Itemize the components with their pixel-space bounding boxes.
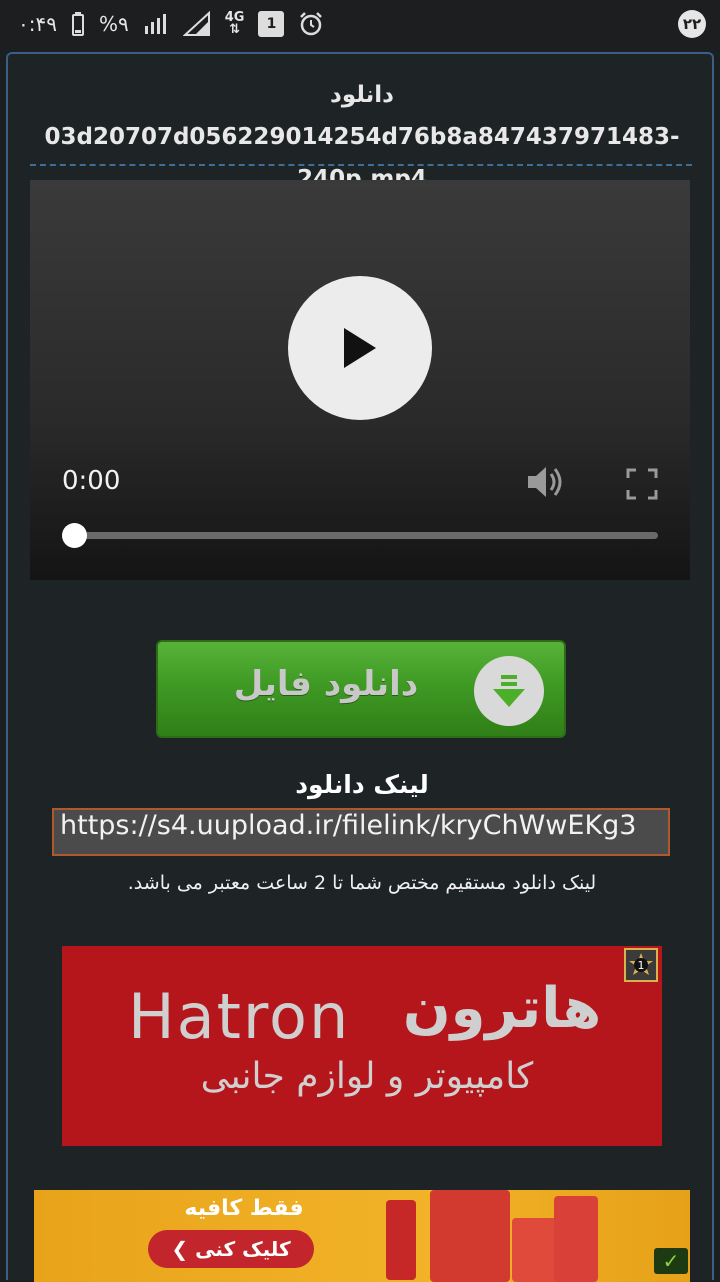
hatron-ad-banner[interactable]: Hatron هاترون کامپیوتر و لوازم جانبی 1	[62, 946, 662, 1146]
download-link-heading: لینک دانلود	[295, 770, 429, 799]
ad-network-badge-icon[interactable]: 1	[624, 948, 658, 982]
status-right: ۲۲	[678, 10, 706, 38]
download-link-field[interactable]: https://s4.uupload.ir/filelink/kryChWwEK…	[52, 808, 670, 856]
product-bottle-image	[386, 1200, 416, 1280]
signal-full-icon	[182, 11, 211, 37]
ad2-headline: فقط کافیه	[184, 1196, 304, 1221]
download-link-note: لینک دانلود مستقیم مختص شما تا 2 ساعت مع…	[127, 872, 597, 894]
download-panel: دانلود -03d20707d056229014254d76b8a84743…	[6, 52, 714, 1282]
network-type: 4G ⇅	[224, 10, 245, 37]
ad-subtitle: کامپیوتر و لوازم جانبی	[200, 1056, 534, 1097]
video-player[interactable]: 0:00	[30, 180, 690, 580]
sim-slot-icon: 1	[258, 11, 285, 37]
seek-bar[interactable]	[62, 523, 658, 548]
promo-ad-banner[interactable]: فقط کافیه کلیک کنی ❯ ✓	[34, 1190, 690, 1282]
svg-text:1: 1	[638, 959, 645, 972]
download-file-button[interactable]: دانلود فایل	[156, 640, 566, 738]
volume-icon[interactable]	[524, 462, 566, 506]
status-left: ۰:۴۹ %۹ 4G ⇅ 1	[18, 11, 324, 37]
ad2-click-button[interactable]: کلیک کنی ❯	[148, 1230, 314, 1268]
play-icon	[344, 328, 376, 368]
signal-icon	[143, 12, 169, 36]
download-button-label: دانلود فایل	[233, 664, 419, 704]
seek-handle[interactable]	[62, 523, 87, 548]
product-sugar-image	[554, 1196, 598, 1282]
clock: ۰:۴۹	[18, 12, 57, 36]
ad2-logo-icon: ✓	[654, 1248, 688, 1274]
notification-count-badge: ۲۲	[678, 10, 706, 38]
ad-brand-persian: هاترون	[402, 976, 602, 1041]
ad-brand-english: Hatron	[128, 980, 351, 1053]
fullscreen-icon[interactable]	[626, 468, 658, 504]
status-bar: ۰:۴۹ %۹ 4G ⇅ 1 ۲۲	[0, 0, 720, 48]
download-arrow-icon	[474, 656, 544, 726]
play-button[interactable]	[288, 276, 432, 420]
title-divider	[30, 164, 692, 166]
alarm-icon	[298, 11, 324, 37]
data-arrows-icon: ⇅	[229, 22, 241, 37]
product-pack-image	[430, 1190, 510, 1282]
battery-percent: %۹	[98, 12, 129, 36]
video-current-time: 0:00	[62, 466, 121, 496]
battery-icon	[71, 12, 85, 36]
